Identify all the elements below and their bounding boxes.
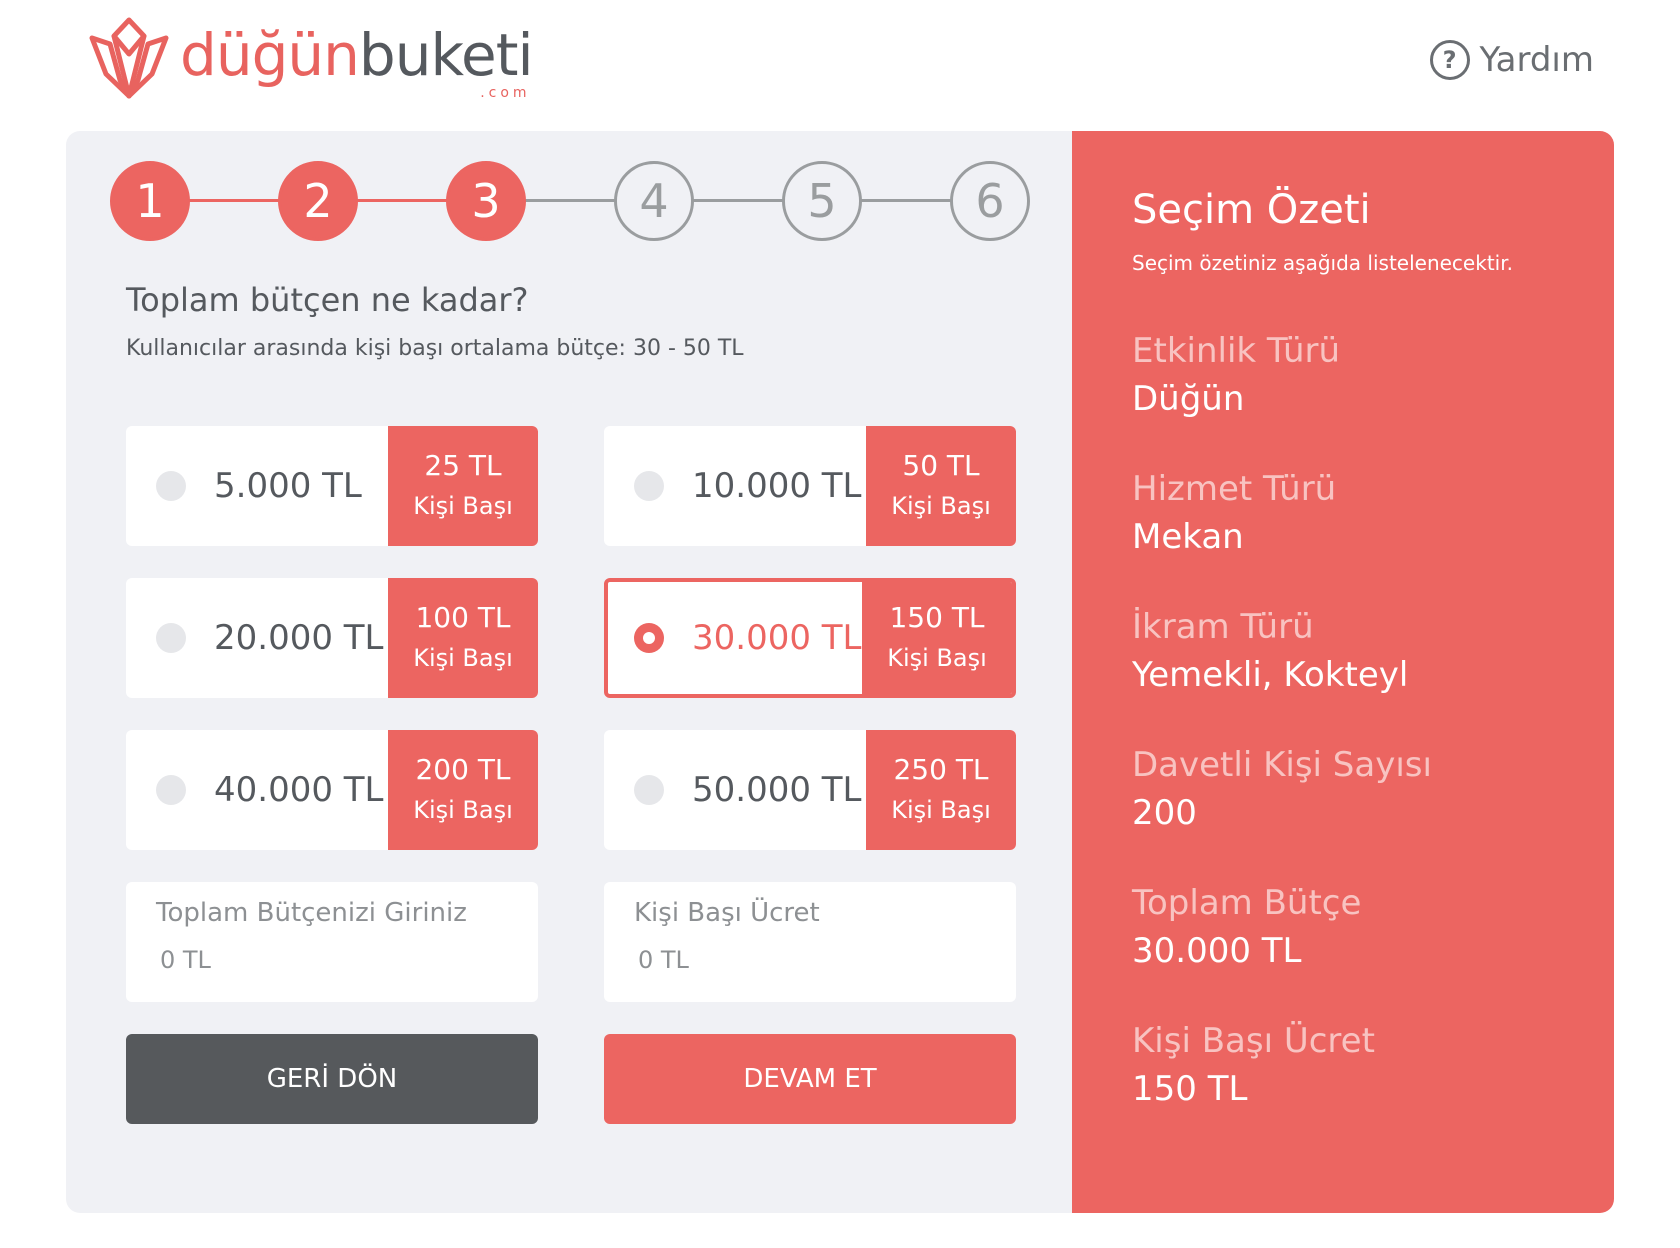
question-circle-icon: ? <box>1429 40 1470 80</box>
tulip-logo-icon <box>89 17 169 99</box>
help-link[interactable]: ? Yardım <box>1429 40 1594 80</box>
summary-label: Kişi Başı Ücret <box>1132 1021 1375 1061</box>
summary-value: Mekan <box>1132 517 1244 557</box>
budget-amount: 50.000 TL <box>692 770 862 810</box>
radio-button[interactable] <box>156 471 186 501</box>
per-person-value: 25 TL <box>424 449 502 482</box>
summary-label: Etkinlik Türü <box>1132 331 1341 371</box>
summary-value: Düğün <box>1132 379 1245 419</box>
per-person-badge: 50 TL Kişi Başı <box>866 426 1016 546</box>
per-person-fee-field: Kişi Başı Ücret <box>604 882 1016 1002</box>
summary-item-total-budget: Toplam Bütçe 30.000 TL <box>1132 879 1614 975</box>
per-person-badge: 25 TL Kişi Başı <box>388 426 538 546</box>
per-person-value: 200 TL <box>415 753 511 786</box>
total-budget-label: Toplam Bütçenizi Giriniz <box>156 898 467 928</box>
budget-option-main: 40.000 TL <box>126 730 388 850</box>
budget-option-5000[interactable]: 5.000 TL 25 TL Kişi Başı <box>126 426 538 546</box>
logo-text-dugun: düğün <box>180 21 360 89</box>
step-5[interactable]: 5 <box>782 161 862 241</box>
budget-amount: 40.000 TL <box>214 770 384 810</box>
budget-option-30000[interactable]: 30.000 TL 150 TL Kişi Başı <box>604 578 1016 698</box>
budget-amount: 20.000 TL <box>214 618 384 658</box>
per-person-label: Kişi Başı <box>413 644 513 672</box>
logo-wordmark: düğünbuketi .com <box>180 26 534 100</box>
per-person-badge: 250 TL Kişi Başı <box>866 730 1016 850</box>
step-4[interactable]: 4 <box>614 161 694 241</box>
summary-value: Yemekli, Kokteyl <box>1132 655 1409 695</box>
dugunbuketi-logo[interactable]: düğünbuketi .com <box>86 14 534 104</box>
summary-label: Toplam Bütçe <box>1132 883 1362 923</box>
budget-amount: 30.000 TL <box>692 618 862 658</box>
logo-com: .com <box>480 85 531 101</box>
budget-amount: 5.000 TL <box>214 466 362 506</box>
budget-amount: 10.000 TL <box>692 466 862 506</box>
logo-text-buketi: buketi <box>358 21 534 89</box>
question-subtext: Kullanıcılar arasında kişi başı ortalama… <box>126 336 744 361</box>
summary-value: 200 <box>1132 793 1197 833</box>
summary-item-service-type: Hizmet Türü Mekan <box>1132 465 1614 561</box>
summary-label: İkram Türü <box>1132 607 1314 647</box>
radio-button-selected[interactable] <box>634 623 664 653</box>
budget-option-10000[interactable]: 10.000 TL 50 TL Kişi Başı <box>604 426 1016 546</box>
help-label: Yardım <box>1479 40 1594 80</box>
budget-option-main: 10.000 TL <box>604 426 866 546</box>
per-person-fee-input[interactable] <box>634 946 986 974</box>
summary-value: 150 TL <box>1132 1069 1248 1109</box>
per-person-value: 50 TL <box>902 449 980 482</box>
step-6[interactable]: 6 <box>950 161 1030 241</box>
total-budget-field: Toplam Bütçenizi Giriniz <box>126 882 538 1002</box>
per-person-label: Kişi Başı <box>413 796 513 824</box>
summary-subtitle: Seçim özetiniz aşağıda listelenecektir. <box>1132 251 1513 275</box>
budget-option-main: 5.000 TL <box>126 426 388 546</box>
per-person-value: 250 TL <box>893 753 989 786</box>
summary-item-guest-count: Davetli Kişi Sayısı 200 <box>1132 741 1614 837</box>
budget-option-main: 20.000 TL <box>126 578 388 698</box>
summary-item-catering-type: İkram Türü Yemekli, Kokteyl <box>1132 603 1614 699</box>
per-person-value: 100 TL <box>415 601 511 634</box>
per-person-label: Kişi Başı <box>891 796 991 824</box>
per-person-label: Kişi Başı <box>891 492 991 520</box>
wizard-card: 1 2 3 4 5 6 Toplam bütçen ne kadar? Kull… <box>66 131 1614 1213</box>
summary-item-event-type: Etkinlik Türü Düğün <box>1132 327 1614 423</box>
radio-button[interactable] <box>156 775 186 805</box>
summary-label: Davetli Kişi Sayısı <box>1132 745 1432 785</box>
total-budget-input[interactable] <box>156 946 508 974</box>
summary-panel: Seçim Özeti Seçim özetiniz aşağıda liste… <box>1072 131 1614 1213</box>
step-3[interactable]: 3 <box>446 161 526 241</box>
radio-button[interactable] <box>634 775 664 805</box>
per-person-value: 150 TL <box>889 601 985 634</box>
summary-value: 30.000 TL <box>1132 931 1302 971</box>
budget-option-40000[interactable]: 40.000 TL 200 TL Kişi Başı <box>126 730 538 850</box>
budget-option-50000[interactable]: 50.000 TL 250 TL Kişi Başı <box>604 730 1016 850</box>
step-connector-pending <box>486 199 990 202</box>
per-person-badge: 100 TL Kişi Başı <box>388 578 538 698</box>
per-person-label: Kişi Başı <box>887 644 987 672</box>
radio-button[interactable] <box>634 471 664 501</box>
continue-button[interactable]: DEVAM ET <box>604 1034 1016 1124</box>
summary-label: Hizmet Türü <box>1132 469 1337 509</box>
question-title: Toplam bütçen ne kadar? <box>126 281 529 319</box>
budget-option-main: 30.000 TL <box>608 582 862 694</box>
per-person-badge: 200 TL Kişi Başı <box>388 730 538 850</box>
stepper: 1 2 3 4 5 6 <box>110 161 1030 241</box>
summary-title: Seçim Özeti <box>1132 187 1371 233</box>
back-button[interactable]: GERİ DÖN <box>126 1034 538 1124</box>
per-person-label: Kişi Başı <box>413 492 513 520</box>
radio-button[interactable] <box>156 623 186 653</box>
form-panel: 1 2 3 4 5 6 Toplam bütçen ne kadar? Kull… <box>66 131 1072 1213</box>
budget-option-main: 50.000 TL <box>604 730 866 850</box>
budget-option-20000[interactable]: 20.000 TL 100 TL Kişi Başı <box>126 578 538 698</box>
per-person-fee-label: Kişi Başı Ücret <box>634 898 820 928</box>
summary-item-per-person-fee: Kişi Başı Ücret 150 TL <box>1132 1017 1614 1113</box>
step-2[interactable]: 2 <box>278 161 358 241</box>
step-1[interactable]: 1 <box>110 161 190 241</box>
per-person-badge: 150 TL Kişi Başı <box>862 582 1012 694</box>
